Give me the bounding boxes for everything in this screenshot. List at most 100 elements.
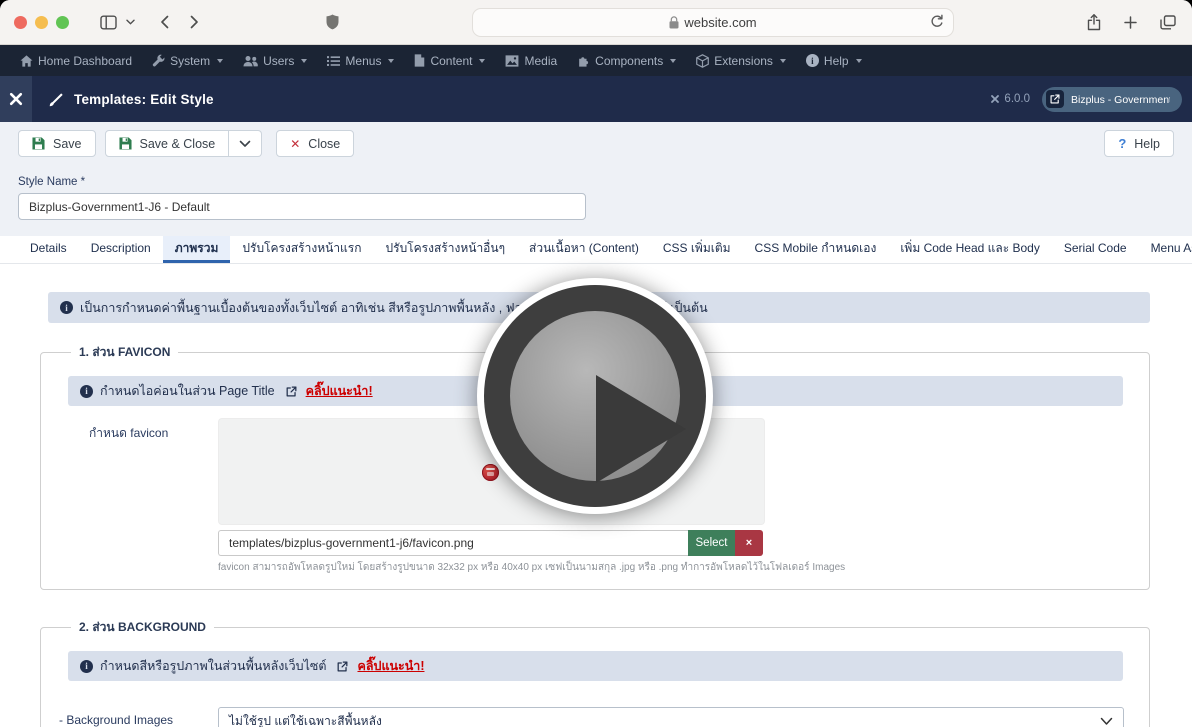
window-controls — [14, 16, 69, 29]
privacy-shield-icon[interactable] — [326, 14, 339, 30]
chevron-down-icon — [780, 59, 786, 63]
puzzle-icon — [577, 54, 590, 67]
nav-help[interactable]: i Help — [796, 45, 872, 76]
tab-description[interactable]: Description — [79, 236, 163, 263]
tab-overview[interactable]: ภาพรวม — [163, 236, 231, 263]
page-title: Templates: Edit Style — [74, 92, 214, 107]
tab-css-mobile[interactable]: CSS Mobile กำหนดเอง — [743, 236, 889, 263]
cube-icon — [696, 54, 709, 68]
joomla-mini-logo-icon — [990, 94, 1000, 104]
tab-homepage-structure[interactable]: ปรับโครงสร้างหน้าแรก — [230, 236, 373, 263]
url-text: website.com — [684, 15, 756, 30]
chevron-down-icon — [388, 59, 394, 63]
chevron-down-icon — [670, 59, 676, 63]
style-name-input[interactable] — [18, 193, 586, 220]
wrench-icon — [152, 54, 165, 67]
joomla-logo-icon[interactable] — [0, 76, 32, 122]
sidebar-chevron-down-icon[interactable] — [126, 19, 135, 25]
info-circle-icon: i — [80, 660, 93, 673]
favicon-clear-button[interactable]: × — [735, 530, 763, 556]
file-icon — [414, 54, 425, 67]
chevron-down-icon — [217, 59, 223, 63]
new-tab-icon[interactable] — [1124, 16, 1137, 29]
tab-code-head-body[interactable]: เพิ่ม Code Head และ Body — [888, 236, 1052, 263]
joomla-version: 6.0.0 — [990, 93, 1030, 105]
external-link-icon — [286, 386, 297, 397]
share-icon[interactable] — [1087, 14, 1101, 31]
sidebar-icon[interactable] — [100, 15, 117, 30]
nav-extensions[interactable]: Extensions — [686, 45, 796, 76]
action-toolbar: Save Save & Close ✕ Close ? Help — [0, 122, 1192, 164]
close-button[interactable]: ✕ Close — [276, 130, 354, 157]
save-button[interactable]: Save — [18, 130, 96, 157]
tab-serial-code[interactable]: Serial Code — [1052, 236, 1139, 263]
zoom-window-button[interactable] — [56, 16, 69, 29]
chevron-down-icon — [856, 59, 862, 63]
tab-bar: Details Description ภาพรวม ปรับโครงสร้าง… — [0, 236, 1192, 264]
tab-menu-assignment[interactable]: Menu Assignment — [1139, 236, 1192, 263]
favicon-select-button[interactable]: Select — [688, 530, 735, 556]
favicon-section-legend: 1. ส่วน FAVICON — [71, 343, 178, 362]
background-section: 2. ส่วน BACKGROUND i กำหนดสีหรือรูปภาพใน… — [40, 618, 1150, 727]
chevron-down-icon — [479, 59, 485, 63]
nav-components[interactable]: Components — [567, 45, 686, 76]
favicon-image — [482, 464, 499, 481]
users-icon — [243, 55, 258, 67]
background-section-legend: 2. ส่วน BACKGROUND — [71, 618, 214, 637]
tab-extra-css[interactable]: CSS เพิ่มเติม — [651, 236, 743, 263]
favicon-tutorial-link[interactable]: คลิ๊ปแนะนำ! — [306, 381, 373, 401]
background-alert: i กำหนดสีหรือรูปภาพในส่วนพื้นหลังเว็บไซต… — [68, 651, 1123, 681]
help-button[interactable]: ? Help — [1104, 130, 1174, 157]
question-mark-icon: ? — [1118, 136, 1126, 151]
play-triangle-icon — [596, 375, 686, 483]
video-play-overlay-button[interactable] — [477, 278, 713, 514]
background-tutorial-link[interactable]: คลิ๊ปแนะนำ! — [357, 656, 424, 676]
tab-other-pages-structure[interactable]: ปรับโครงสร้างหน้าอื่นๆ — [374, 236, 518, 263]
save-options-dropdown-button[interactable] — [229, 130, 262, 157]
admin-menubar: Home Dashboard System Users Menus Conten… — [0, 45, 1192, 76]
component-header: Templates: Edit Style 6.0.0 Bizplus - Go… — [0, 76, 1192, 122]
lock-icon — [669, 16, 679, 29]
image-icon — [505, 55, 519, 67]
reload-icon[interactable] — [930, 14, 944, 32]
address-bar[interactable]: website.com — [472, 8, 954, 37]
info-circle-icon: i — [60, 301, 73, 314]
menu-list-icon — [327, 55, 340, 67]
tab-overview-icon[interactable] — [1160, 15, 1176, 30]
info-circle-icon: i — [80, 385, 93, 398]
play-disc — [510, 311, 680, 481]
save-and-close-button[interactable]: Save & Close — [105, 130, 230, 157]
info-circle-icon: i — [806, 54, 819, 67]
close-x-icon: ✕ — [290, 137, 300, 151]
browser-window: website.com Home Dashboard System — [0, 0, 1192, 727]
template-preview-button[interactable]: Bizplus - Government J6 เทมเพ... — [1042, 87, 1182, 112]
save-icon — [119, 137, 132, 150]
favicon-path-input[interactable] — [218, 530, 688, 556]
home-icon — [20, 55, 33, 67]
clear-x-icon: × — [746, 537, 752, 549]
nav-home-dashboard[interactable]: Home Dashboard — [10, 45, 142, 76]
save-icon — [32, 137, 45, 150]
external-link-icon — [337, 661, 348, 672]
chevron-down-icon — [1100, 717, 1113, 726]
nav-menus[interactable]: Menus — [317, 45, 404, 76]
chevron-down-icon — [301, 59, 307, 63]
favicon-field-label: กำหนด favicon — [89, 418, 218, 575]
minimize-window-button[interactable] — [35, 16, 48, 29]
nav-system[interactable]: System — [142, 45, 233, 76]
nav-content[interactable]: Content — [404, 45, 495, 76]
background-images-select[interactable]: ไม่ใช้รูป แต่ใช้เฉพาะสีพื้นหลัง — [218, 707, 1124, 727]
chevron-down-icon — [239, 140, 251, 148]
tab-details[interactable]: Details — [18, 236, 79, 263]
style-name-label: Style Name * — [18, 176, 1174, 188]
tab-content-section[interactable]: ส่วนเนื้อหา (Content) — [517, 236, 651, 263]
back-icon[interactable] — [160, 15, 169, 29]
external-link-icon — [1046, 90, 1064, 108]
nav-media[interactable]: Media — [495, 45, 567, 76]
nav-users[interactable]: Users — [233, 45, 317, 76]
background-images-label: - Background Images — [59, 707, 218, 727]
close-window-button[interactable] — [14, 16, 27, 29]
forward-icon[interactable] — [190, 15, 199, 29]
browser-toolbar: website.com — [0, 0, 1192, 45]
paintbrush-icon — [49, 92, 64, 107]
